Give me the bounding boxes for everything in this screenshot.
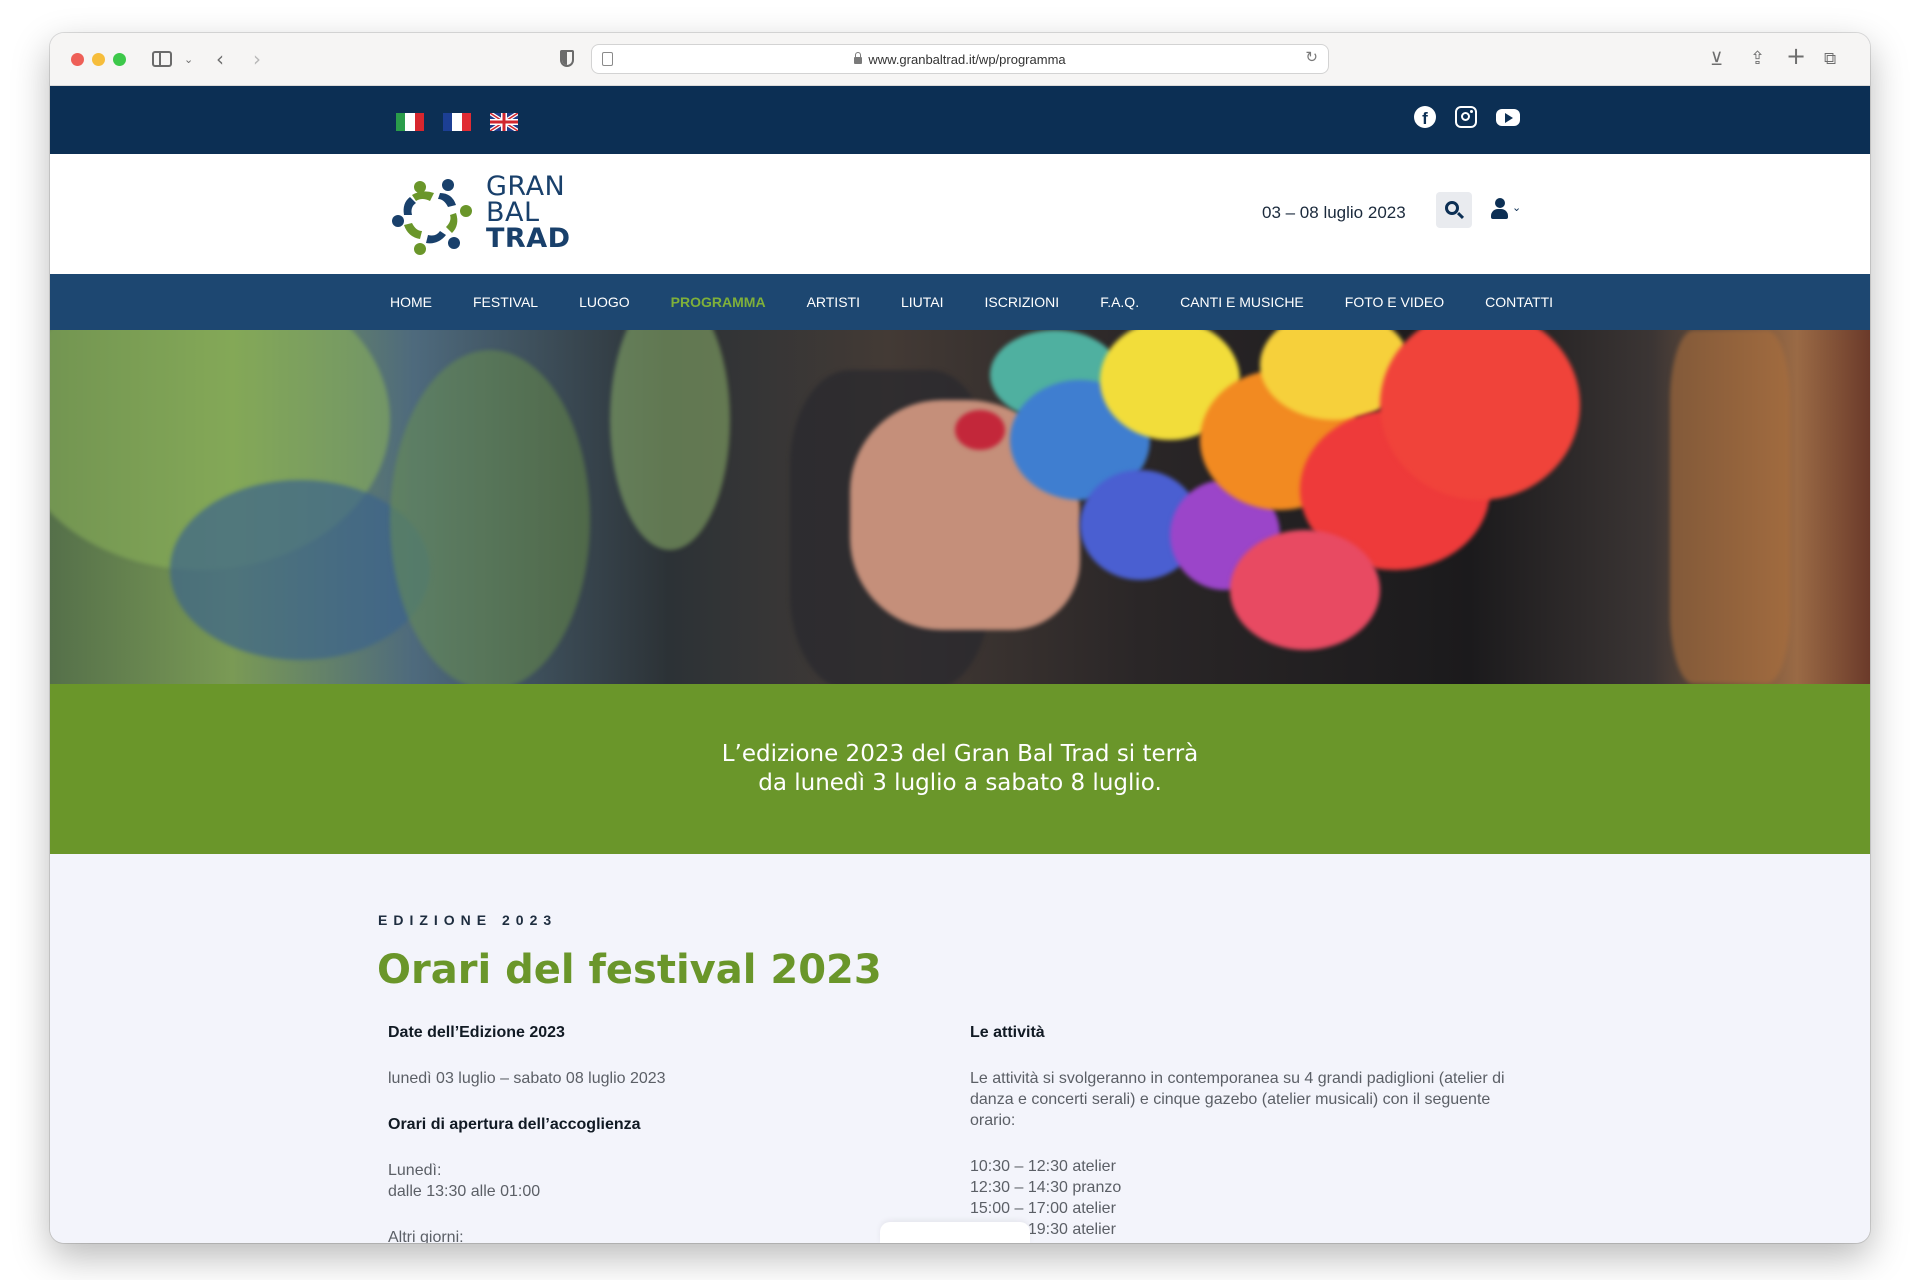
- section-eyebrow: EDIZIONE 2023: [378, 912, 558, 928]
- italian-flag-icon[interactable]: [396, 113, 424, 131]
- other-days-label: Altri giorni:: [388, 1229, 464, 1243]
- logo-icon[interactable]: [390, 175, 474, 257]
- facebook-icon[interactable]: f: [1414, 106, 1436, 128]
- chevron-down-icon[interactable]: ⌄: [1512, 201, 1521, 214]
- search-button[interactable]: [1436, 192, 1472, 228]
- monday-hours-text: dalle 13:30 alle 01:00: [388, 1183, 541, 1200]
- maximize-window-button[interactable]: [113, 53, 126, 66]
- nav-item-faq[interactable]: F.A.Q.: [1100, 294, 1139, 310]
- main-navigation: HOME FESTIVAL LUOGO PROGRAMMA ARTISTI LI…: [50, 274, 1870, 330]
- url-text: www.granbaltrad.it/wp/programma: [868, 51, 1066, 67]
- french-flag-icon[interactable]: [443, 113, 471, 131]
- announcement-line: da lunedì 3 luglio a sabato 8 luglio.: [758, 770, 1162, 796]
- browser-window: ⌄ ‹ › www.granbaltrad.it/wp/programma ↻ …: [50, 33, 1870, 1243]
- instagram-icon[interactable]: [1455, 106, 1477, 128]
- logo-wordmark[interactable]: GRAN BAL TRAD: [486, 173, 571, 254]
- minimize-window-button[interactable]: [92, 53, 105, 66]
- schedule-item: 15:00 – 17:00 atelier: [970, 1200, 1116, 1217]
- schedule-item: 10:30 – 12:30 atelier: [970, 1158, 1116, 1175]
- back-icon[interactable]: ‹: [216, 45, 224, 73]
- nav-item-liutai[interactable]: LIUTAI: [901, 294, 944, 310]
- download-icon[interactable]: ⊻: [1710, 46, 1723, 74]
- sidebar-chevron-icon[interactable]: ⌄: [184, 46, 193, 74]
- activities-intro: Le attività si svolgeranno in contempora…: [970, 1070, 1505, 1129]
- user-account-icon[interactable]: [1490, 198, 1510, 222]
- activities-column: Le attività Le attività si svolgeranno i…: [970, 1022, 1530, 1240]
- festival-date-range: 03 – 08 luglio 2023: [1262, 203, 1406, 222]
- logo-line: TRAD: [486, 223, 571, 254]
- browser-toolbar: ⌄ ‹ › www.granbaltrad.it/wp/programma ↻ …: [50, 33, 1870, 86]
- dates-heading: Date dell’Edizione 2023: [388, 1024, 565, 1041]
- nav-item-luogo[interactable]: LUOGO: [579, 294, 630, 310]
- privacy-shield-icon[interactable]: [560, 50, 574, 67]
- sidebar-toggle-icon[interactable]: [152, 51, 172, 67]
- reload-icon[interactable]: ↻: [1305, 48, 1318, 66]
- activities-schedule: 10:30 – 12:30 atelier 12:30 – 14:30 pran…: [970, 1156, 1530, 1240]
- dates-column: Date dell’Edizione 2023 lunedì 03 luglio…: [388, 1022, 948, 1243]
- nav-item-programma[interactable]: PROGRAMMA: [671, 294, 766, 310]
- floating-scroll-tab[interactable]: [880, 1222, 1030, 1243]
- close-window-button[interactable]: [71, 53, 84, 66]
- activities-heading: Le attività: [970, 1024, 1045, 1041]
- schedule-item: 12:30 – 14:30 pranzo: [970, 1179, 1122, 1196]
- site-topbar: f: [50, 86, 1870, 154]
- nav-item-festival[interactable]: FESTIVAL: [473, 294, 538, 310]
- edition-announcement: L’edizione 2023 del Gran Bal Trad si ter…: [50, 684, 1870, 854]
- page-title: Orari del festival 2023: [377, 947, 882, 993]
- monday-label: Lunedì:: [388, 1162, 442, 1179]
- nav-item-iscrizioni[interactable]: ISCRIZIONI: [985, 294, 1060, 310]
- nav-item-artisti[interactable]: ARTISTI: [807, 294, 860, 310]
- nav-item-home[interactable]: HOME: [390, 294, 432, 310]
- opening-hours-heading: Orari di apertura dell’accoglienza: [388, 1116, 641, 1133]
- nav-item-canti-e-musiche[interactable]: CANTI E MUSICHE: [1180, 294, 1304, 310]
- main-content: EDIZIONE 2023 Orari del festival 2023 Da…: [50, 854, 1870, 1243]
- nav-item-contatti[interactable]: CONTATTI: [1485, 294, 1553, 310]
- share-icon[interactable]: ⇪: [1750, 45, 1765, 73]
- hero-image: [50, 330, 1870, 684]
- address-bar[interactable]: www.granbaltrad.it/wp/programma ↻: [591, 44, 1329, 74]
- forward-icon[interactable]: ›: [253, 45, 261, 73]
- lock-icon: [854, 51, 863, 64]
- tab-overview-icon[interactable]: ⧉: [1824, 45, 1836, 73]
- new-tab-icon[interactable]: +: [1786, 42, 1806, 70]
- schedule-item: 17:30 – 19:30 atelier: [970, 1221, 1116, 1238]
- page-icon: [602, 52, 613, 66]
- window-controls: [71, 53, 126, 66]
- youtube-icon[interactable]: [1496, 109, 1520, 126]
- nav-item-foto-e-video[interactable]: FOTO E VIDEO: [1345, 294, 1444, 310]
- dates-text: lunedì 03 luglio – sabato 08 luglio 2023: [388, 1070, 666, 1087]
- uk-flag-icon[interactable]: [490, 113, 518, 131]
- announcement-line: L’edizione 2023 del Gran Bal Trad si ter…: [721, 741, 1199, 767]
- monday-hours: Lunedì: dalle 13:30 alle 01:00: [388, 1160, 948, 1202]
- site-header: GRAN BAL TRAD 03 – 08 luglio 2023 ⌄: [50, 154, 1870, 274]
